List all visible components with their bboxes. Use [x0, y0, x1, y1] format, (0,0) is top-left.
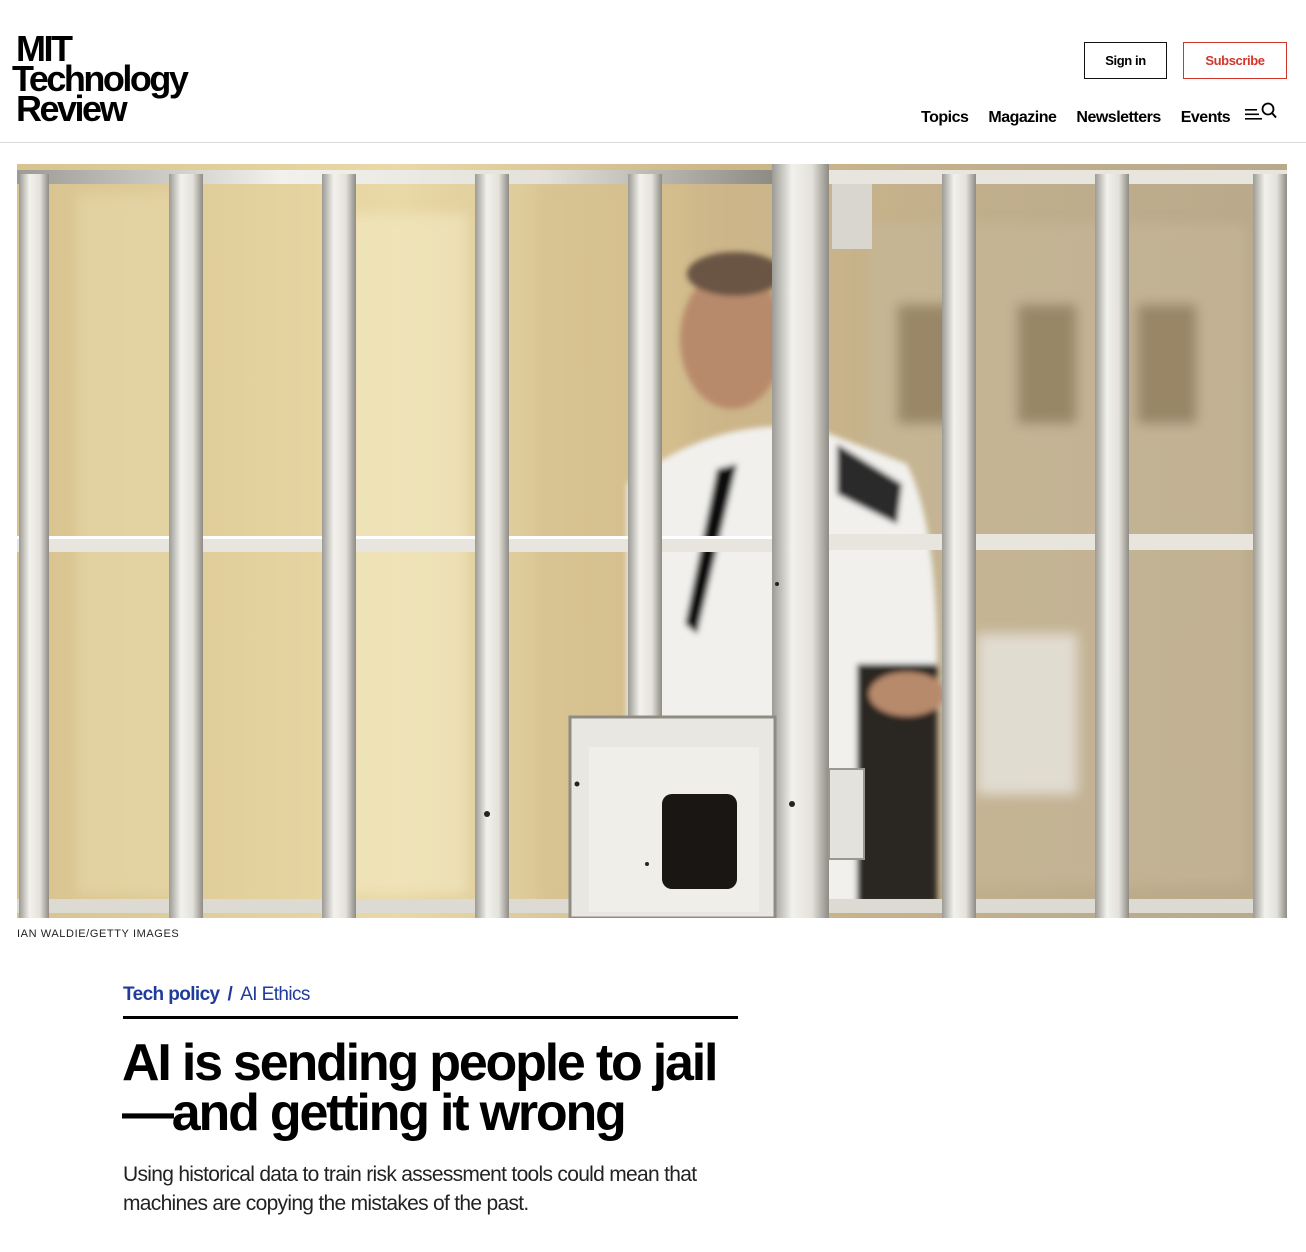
- article-dek: Using historical data to train risk asse…: [123, 1163, 697, 1215]
- site-logo[interactable]: MIT Technology Review: [12, 31, 202, 132]
- nav-events[interactable]: Events: [1181, 109, 1231, 127]
- topic-link[interactable]: Tech policy: [123, 984, 220, 1006]
- main-nav: Topics Magazine Newsletters Events: [921, 107, 1250, 129]
- subscribe-button[interactable]: Subscribe: [1183, 42, 1287, 79]
- nav-newsletters[interactable]: Newsletters: [1076, 109, 1161, 127]
- divider: [123, 1016, 738, 1019]
- hero-image: [17, 164, 1287, 918]
- breadcrumb: Tech policy / AI Ethics: [123, 984, 310, 1010]
- menu-search-icon[interactable]: [1244, 101, 1278, 123]
- article-headline: AI is sending people to jail—and getting…: [122, 1034, 718, 1142]
- subtopic-link[interactable]: AI Ethics: [240, 984, 310, 1006]
- sign-in-button[interactable]: Sign in: [1084, 42, 1167, 79]
- image-caption: IAN WALDIE/GETTY IMAGES: [17, 928, 180, 940]
- breadcrumb-separator: /: [227, 984, 233, 1005]
- nav-topics[interactable]: Topics: [921, 109, 969, 127]
- nav-magazine[interactable]: Magazine: [988, 109, 1057, 127]
- site-header: MIT Technology Review Sign in Subscribe …: [0, 0, 1306, 143]
